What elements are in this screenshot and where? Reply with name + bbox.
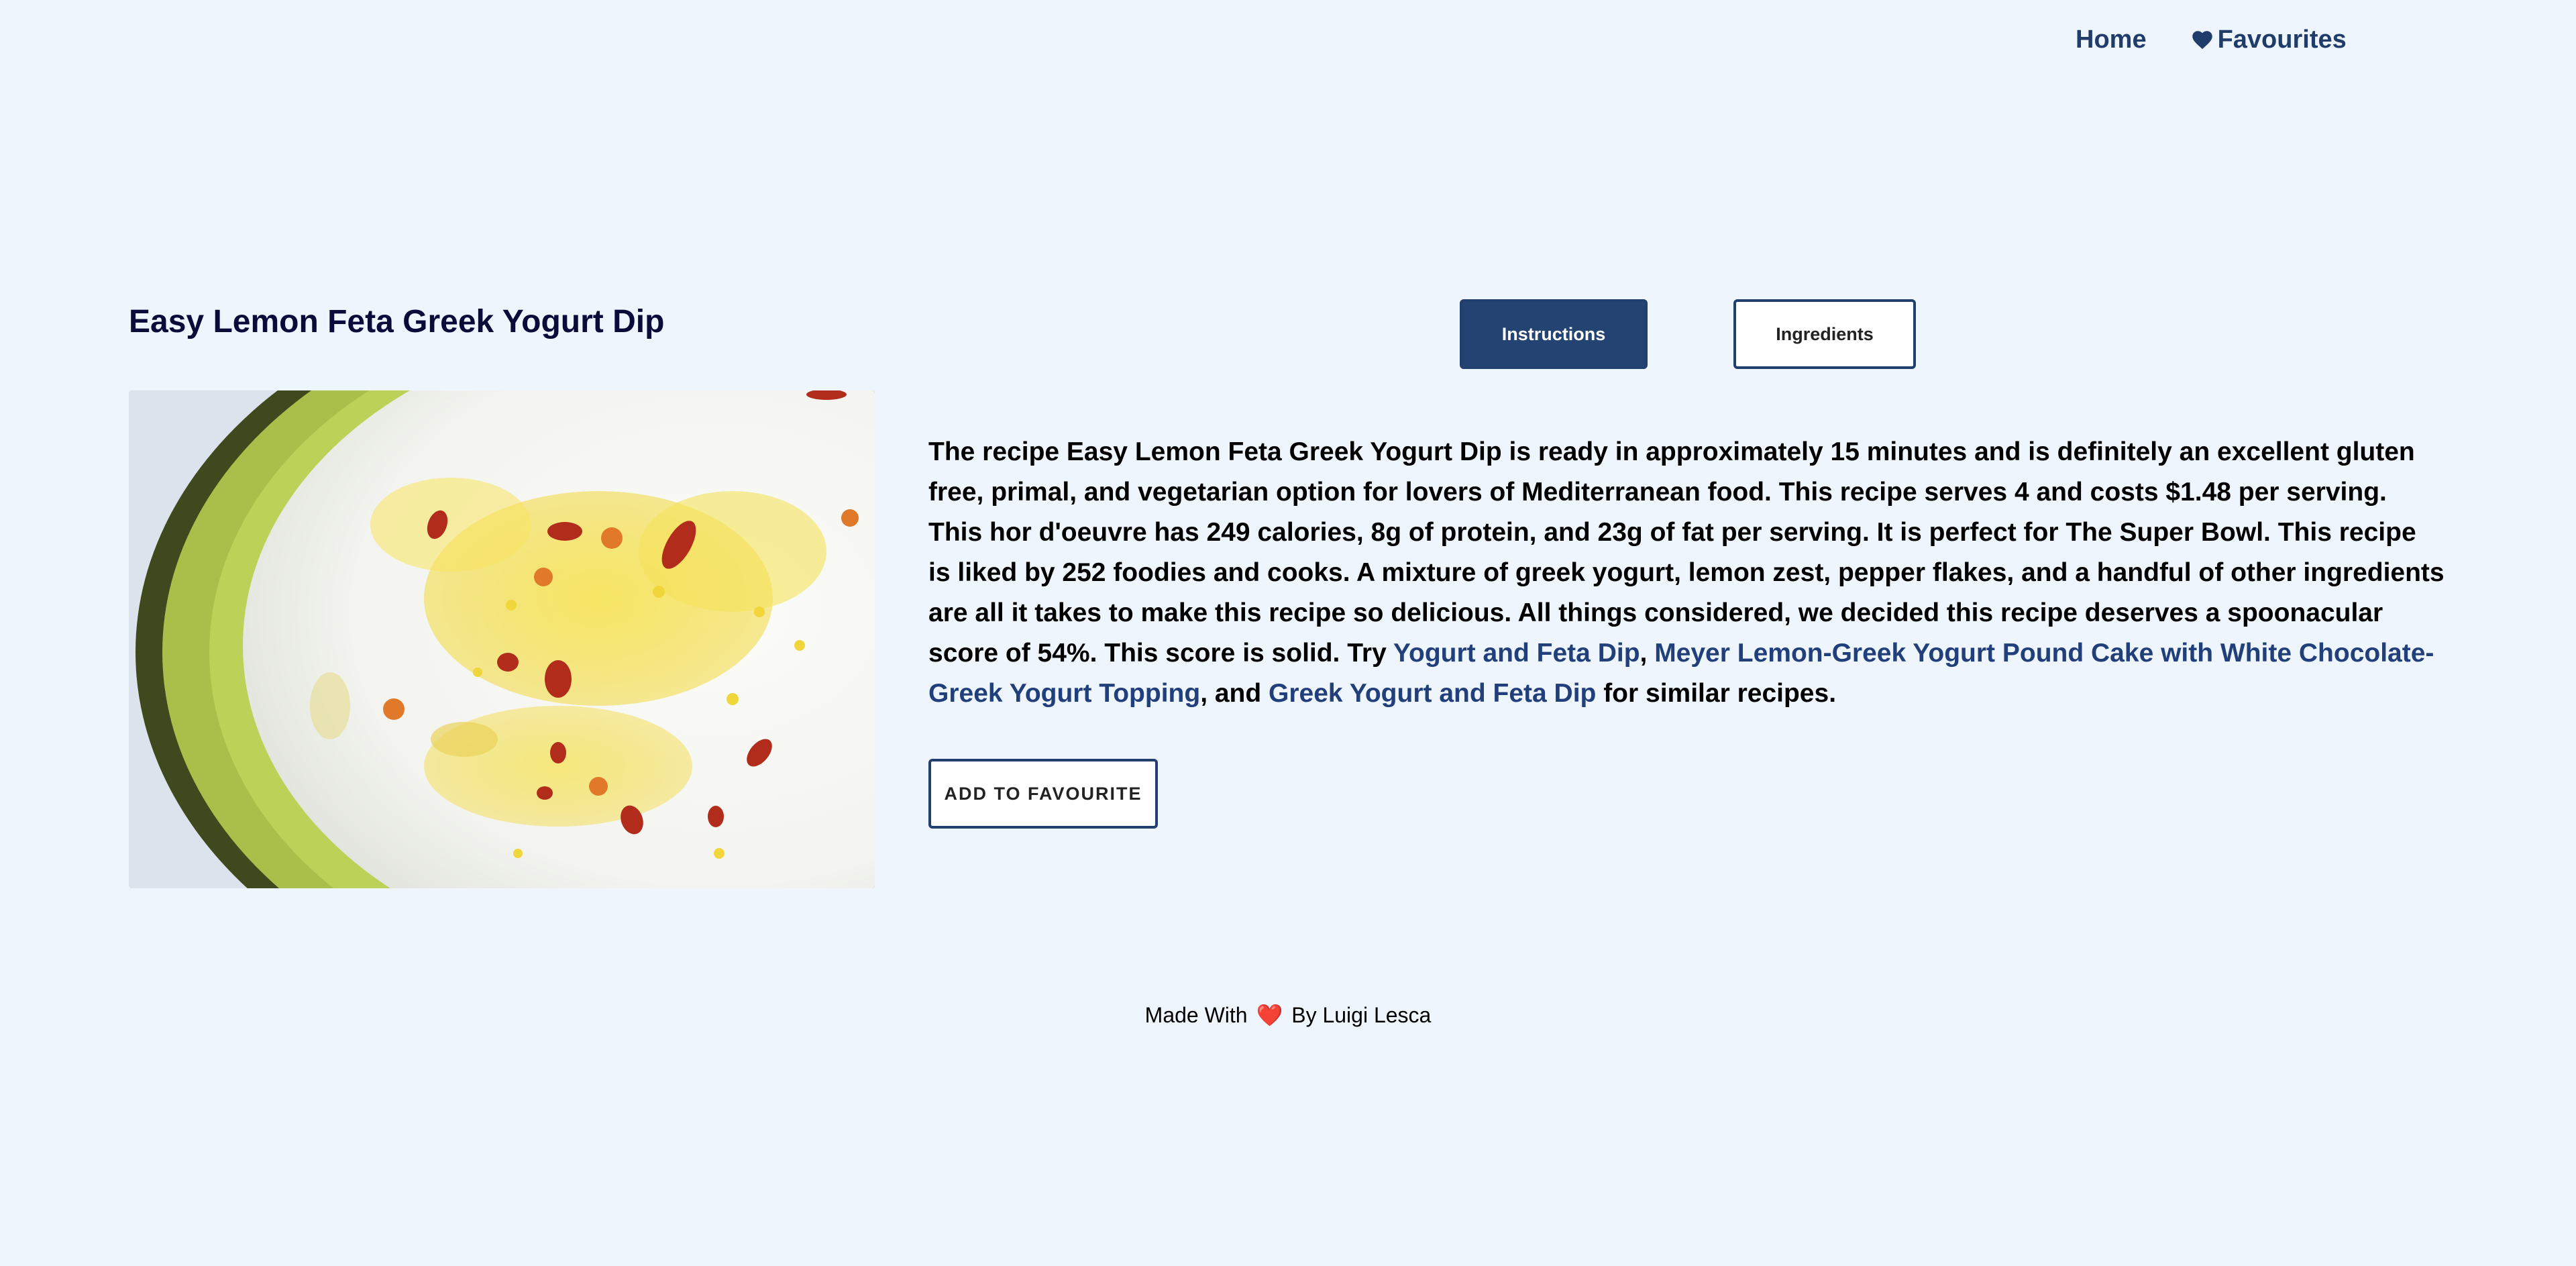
tab-instructions[interactable]: Instructions (1460, 299, 1648, 369)
tab-ingredients[interactable]: Ingredients (1733, 299, 1916, 369)
summary-separator: , and (1200, 679, 1269, 708)
add-to-favourite-button[interactable]: ADD TO FAVOURITE (928, 759, 1158, 829)
recipe-tabs: Instructions Ingredients (1460, 299, 1916, 369)
heart-emoji-icon: ❤️ (1256, 1003, 1283, 1027)
footer: Made With ❤️ By Luigi Lesca (0, 1002, 2576, 1028)
similar-recipe-link-1[interactable]: Yogurt and Feta Dip (1393, 639, 1640, 668)
nav-favourites-link[interactable]: Favourites (2192, 25, 2347, 54)
nav-favourites-label: Favourites (2217, 25, 2347, 54)
footer-prefix: Made With (1144, 1003, 1248, 1027)
recipe-title: Easy Lemon Feta Greek Yogurt Dip (129, 304, 665, 339)
summary-separator: , (1640, 639, 1655, 668)
summary-text-end: for similar recipes. (1596, 679, 1837, 708)
similar-recipe-link-3[interactable]: Greek Yogurt and Feta Dip (1269, 679, 1596, 708)
summary-text: The recipe Easy Lemon Feta Greek Yogurt … (928, 437, 2445, 668)
nav-home-link[interactable]: Home (2076, 25, 2147, 54)
footer-author: By Luigi Lesca (1291, 1003, 1432, 1027)
recipe-image (129, 390, 875, 888)
heart-icon (2192, 30, 2218, 50)
top-nav: Home Favourites (2076, 25, 2347, 54)
recipe-summary: The recipe Easy Lemon Feta Greek Yogurt … (928, 432, 2445, 714)
